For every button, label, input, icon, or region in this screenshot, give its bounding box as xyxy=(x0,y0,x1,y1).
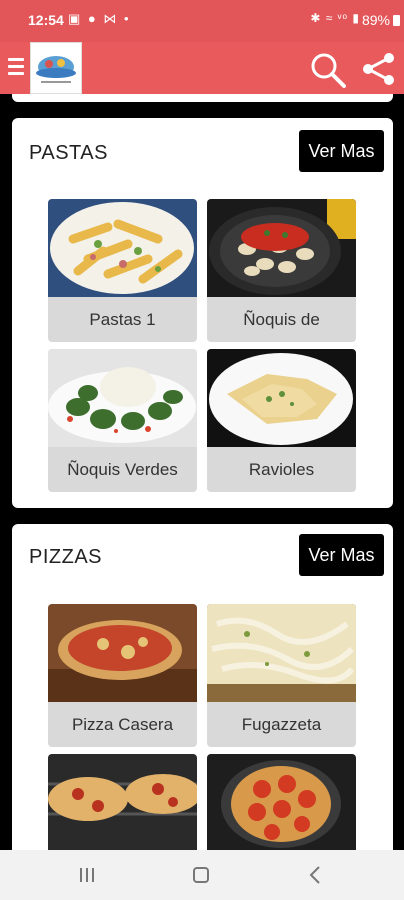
status-bar: 12:54 ▣ ● ⋈ • ✱ ≈ ᵛᵒ ▮ 89% xyxy=(0,0,404,42)
recipe-label: Pastas 1 xyxy=(89,309,156,329)
recipe-tile[interactable]: Fugazzeta xyxy=(207,604,356,747)
previous-section-card xyxy=(12,94,393,102)
recipe-label: Pizza Casera xyxy=(71,714,174,734)
recipe-image xyxy=(48,604,197,702)
app-bar xyxy=(0,42,404,94)
recipe-label: Ñoquis Verdes xyxy=(67,459,178,479)
battery-icon xyxy=(393,15,400,26)
back-icon[interactable] xyxy=(308,866,322,884)
recipe-tile[interactable]: Ñoquis de xyxy=(207,199,356,342)
ver-mas-button[interactable]: Ver Mas xyxy=(299,130,384,172)
recipe-label: Fugazzeta xyxy=(241,714,322,734)
status-time: 12:54 xyxy=(28,12,64,28)
section-pizzas: PIZZAS Ver Mas Pizza Casera Fugazzeta xyxy=(12,524,393,850)
recipe-image xyxy=(207,199,356,297)
recipe-image xyxy=(48,349,197,447)
recipe-image xyxy=(207,604,356,702)
ver-mas-button[interactable]: Ver Mas xyxy=(299,534,384,576)
recipe-image xyxy=(207,349,356,447)
search-icon[interactable] xyxy=(308,50,348,90)
hamburger-menu-icon[interactable] xyxy=(8,58,24,78)
section-title: PASTAS xyxy=(29,142,108,164)
recipe-tile[interactable]: Ravioles xyxy=(207,349,356,492)
recents-icon[interactable] xyxy=(80,868,96,882)
system-nav-bar xyxy=(0,850,404,900)
content-area[interactable]: PASTAS Ver Mas Pastas 1 Ñoquis de Ñoquis… xyxy=(0,94,404,850)
recipe-label: Ravioles xyxy=(248,459,315,479)
home-icon[interactable] xyxy=(193,867,209,883)
recipe-tile[interactable]: Pastas 1 xyxy=(48,199,197,342)
recipe-tile[interactable] xyxy=(207,754,356,850)
recipe-tile[interactable] xyxy=(48,754,197,850)
section-pastas: PASTAS Ver Mas Pastas 1 Ñoquis de Ñoquis… xyxy=(12,118,393,508)
recipe-image xyxy=(207,754,356,850)
recipe-label: Ñoquis de xyxy=(243,309,320,329)
system-icons: ✱ ≈ ᵛᵒ ▮ xyxy=(310,11,360,25)
recipe-tile[interactable]: Pizza Casera xyxy=(48,604,197,747)
recipe-image xyxy=(48,199,197,297)
recipe-tile[interactable]: Ñoquis Verdes xyxy=(48,349,197,492)
recipe-image xyxy=(48,754,197,850)
app-logo[interactable] xyxy=(30,42,82,94)
notification-icons: ▣ ● ⋈ • xyxy=(68,11,131,26)
share-icon[interactable] xyxy=(360,50,398,88)
section-title: PIZZAS xyxy=(29,546,103,568)
battery-percentage: 89% xyxy=(361,12,390,28)
